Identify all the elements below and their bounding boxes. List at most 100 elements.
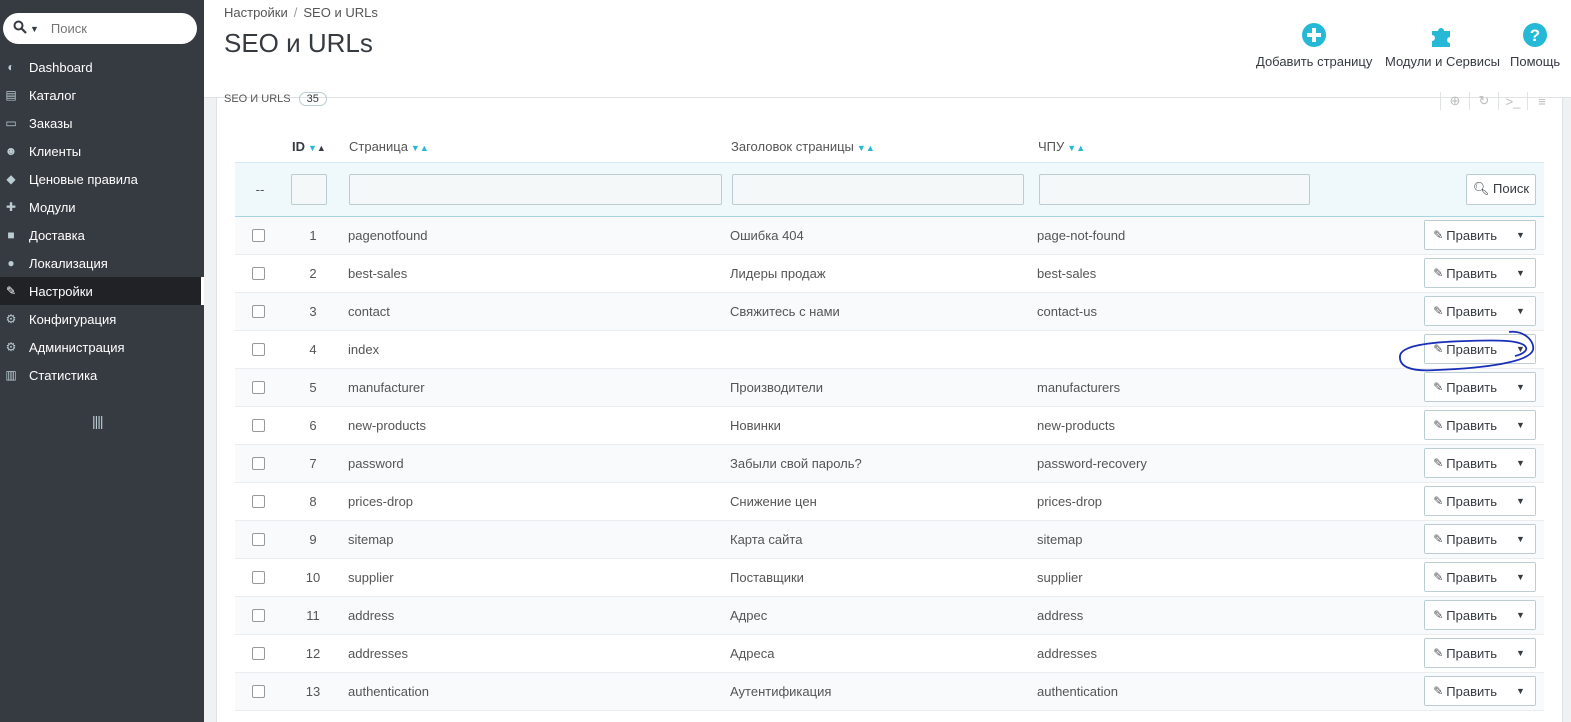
sort-asc-icon[interactable]: ▲ xyxy=(317,143,326,153)
question-circle-icon: ? xyxy=(1523,23,1548,47)
modules-services-button[interactable]: Модули и Сервисы xyxy=(1385,22,1500,69)
filter-title-input[interactable] xyxy=(732,173,1024,205)
database-icon[interactable]: ≡ xyxy=(1527,92,1556,110)
cell-url: prices-drop xyxy=(1037,482,1355,521)
row-actions: ✎ Править ▼ xyxy=(1424,448,1536,478)
cogs-icon: ⚙ xyxy=(5,312,17,326)
sidebar-item-customers[interactable]: ☻ Клиенты xyxy=(0,137,204,165)
row-checkbox[interactable] xyxy=(252,305,265,318)
sort-desc-icon[interactable]: ▼ xyxy=(411,143,420,153)
search-input[interactable] xyxy=(50,21,181,36)
sidebar-item-settings[interactable]: ✎ Настройки xyxy=(0,277,204,305)
sidebar-item-shipping[interactable]: ■ Доставка xyxy=(0,221,204,249)
actions-dropdown-button[interactable]: ▼ xyxy=(1505,563,1535,591)
edit-button[interactable]: ✎ Править xyxy=(1425,677,1505,705)
cell-url: addresses xyxy=(1037,634,1355,673)
sort-desc-icon[interactable]: ▼ xyxy=(308,143,317,153)
filter-id-input[interactable] xyxy=(291,173,327,205)
refresh-icon[interactable]: ↻ xyxy=(1469,92,1498,110)
breadcrumb-item-settings[interactable]: Настройки xyxy=(224,5,288,20)
sidebar-item-catalog[interactable]: ▤ Каталог xyxy=(0,81,204,109)
add-page-button[interactable]: Добавить страницу xyxy=(1256,22,1372,69)
actions-dropdown-button[interactable]: ▼ xyxy=(1505,411,1535,439)
sidebar-item-localization[interactable]: ● Локализация xyxy=(0,249,204,277)
sort-asc-icon[interactable]: ▲ xyxy=(866,143,875,153)
actions-dropdown-button[interactable]: ▼ xyxy=(1505,373,1535,401)
actions-dropdown-button[interactable]: ▼ xyxy=(1505,449,1535,477)
edit-button[interactable]: ✎ Править xyxy=(1425,259,1505,287)
actions-dropdown-button[interactable]: ▼ xyxy=(1505,259,1535,287)
sort-asc-icon[interactable]: ▲ xyxy=(1076,143,1085,153)
actions-dropdown-button[interactable]: ▼ xyxy=(1505,601,1535,629)
cell-url: supplier xyxy=(1037,558,1355,597)
edit-button[interactable]: ✎ Править xyxy=(1425,297,1505,325)
search-icon[interactable] xyxy=(13,20,27,38)
chevron-down-icon[interactable]: ▼ xyxy=(30,24,39,34)
edit-label: Править xyxy=(1446,303,1497,319)
terminal-icon[interactable]: >_ xyxy=(1498,92,1527,110)
filter-url-input[interactable] xyxy=(1039,173,1310,205)
row-checkbox[interactable] xyxy=(252,647,265,660)
tags-icon: ◆ xyxy=(6,172,16,186)
plus-circle-icon xyxy=(1302,23,1327,47)
row-checkbox[interactable] xyxy=(252,457,265,470)
row-checkbox[interactable] xyxy=(252,571,265,584)
sidebar-item-modules[interactable]: ✚ Модули xyxy=(0,193,204,221)
column-label-title: Заголовок страницы xyxy=(731,139,854,155)
actions-dropdown-button[interactable]: ▼ xyxy=(1505,335,1535,363)
row-checkbox[interactable] xyxy=(252,495,265,508)
sidebar-search[interactable]: ▼ xyxy=(3,13,197,44)
row-checkbox[interactable] xyxy=(252,267,265,280)
sidebar-item-administration[interactable]: ⚙ Администрация xyxy=(0,333,204,361)
caret-down-icon: ▼ xyxy=(1516,306,1525,316)
row-checkbox[interactable] xyxy=(252,229,265,242)
sort-desc-icon[interactable]: ▼ xyxy=(857,143,866,153)
row-checkbox[interactable] xyxy=(252,609,265,622)
actions-dropdown-button[interactable]: ▼ xyxy=(1505,297,1535,325)
sidebar-item-price-rules[interactable]: ◆ Ценовые правила xyxy=(0,165,204,193)
row-actions: ✎ Править ▼ xyxy=(1424,638,1536,668)
actions-dropdown-button[interactable]: ▼ xyxy=(1505,487,1535,515)
edit-button[interactable]: ✎ Править xyxy=(1425,563,1505,591)
filter-search-button[interactable]: 🔍︎ Поиск xyxy=(1466,173,1536,205)
sidebar-item-label: Модули xyxy=(29,199,76,215)
edit-button[interactable]: ✎ Править xyxy=(1425,639,1505,667)
main-nav: ◐ Dashboard ▤ Каталог ▭ Заказы ☻ Клиенты ◆ Це… xyxy=(0,53,204,389)
row-checkbox[interactable] xyxy=(252,419,265,432)
actions-dropdown-button[interactable]: ▼ xyxy=(1505,639,1535,667)
row-actions: ✎ Править ▼ xyxy=(1424,524,1536,554)
sidebar-item-label: Доставка xyxy=(29,227,85,243)
row-checkbox[interactable] xyxy=(252,533,265,546)
sidebar-item-dashboard[interactable]: ◐ Dashboard xyxy=(0,53,204,81)
collapse-sidebar-icon[interactable]: |||| xyxy=(92,413,104,429)
sidebar-item-label: Каталог xyxy=(29,87,77,103)
add-icon[interactable]: ⊕ xyxy=(1440,92,1469,110)
sidebar-item-orders[interactable]: ▭ Заказы xyxy=(0,109,204,137)
actions-dropdown-button[interactable]: ▼ xyxy=(1505,677,1535,705)
edit-button[interactable]: ✎ Править xyxy=(1425,525,1505,553)
table-header-row: ID ▼▲ Страница ▼▲ Заголовок страницы ▼▲ ЧПУ… xyxy=(235,132,1544,162)
sidebar-item-configuration[interactable]: ⚙ Конфигурация xyxy=(0,305,204,333)
edit-button[interactable]: ✎ Править xyxy=(1425,487,1505,515)
edit-button[interactable]: ✎ Править xyxy=(1425,335,1505,363)
actions-dropdown-button[interactable]: ▼ xyxy=(1505,525,1535,553)
actions-dropdown-button[interactable]: ▼ xyxy=(1505,221,1535,249)
sort-desc-icon[interactable]: ▼ xyxy=(1067,143,1076,153)
cell-id: 13 xyxy=(285,672,341,711)
edit-button[interactable]: ✎ Править xyxy=(1425,411,1505,439)
column-label-page: Страница xyxy=(349,139,408,155)
sort-asc-icon[interactable]: ▲ xyxy=(420,143,429,153)
column-label-id: ID xyxy=(292,139,305,155)
row-checkbox[interactable] xyxy=(252,381,265,394)
row-actions: ✎ Править ▼ xyxy=(1424,410,1536,440)
row-checkbox[interactable] xyxy=(252,685,265,698)
row-checkbox[interactable] xyxy=(252,343,265,356)
filter-page-input[interactable] xyxy=(349,173,722,205)
sidebar-item-stats[interactable]: ▥ Статистика xyxy=(0,361,204,389)
edit-button[interactable]: ✎ Править xyxy=(1425,373,1505,401)
row-actions: ✎ Править ▼ xyxy=(1424,562,1536,592)
edit-button[interactable]: ✎ Править xyxy=(1425,601,1505,629)
edit-button[interactable]: ✎ Править xyxy=(1425,221,1505,249)
help-button[interactable]: ? Помощь xyxy=(1510,22,1560,69)
edit-button[interactable]: ✎ Править xyxy=(1425,449,1505,477)
